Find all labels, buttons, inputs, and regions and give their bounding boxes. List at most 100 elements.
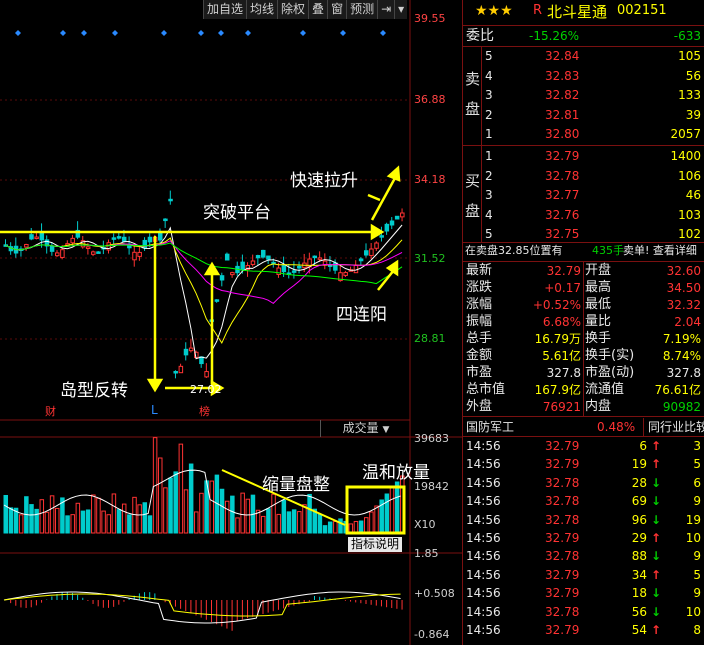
bid-volume: 106 — [678, 168, 701, 183]
volume-bar — [271, 493, 276, 534]
tick-volume: 54 — [631, 623, 647, 637]
quote-value: 32.60 — [666, 264, 701, 278]
volume-bar — [327, 521, 333, 534]
volume-bar — [317, 513, 323, 534]
exit-icon[interactable]: ⇥ — [377, 0, 394, 19]
quote-key: 总手 — [466, 331, 493, 346]
volume-bar — [389, 487, 395, 534]
ranking-marker[interactable]: 榜 — [199, 403, 210, 419]
volume-bar — [209, 480, 214, 534]
ask-volume: 133 — [678, 88, 701, 102]
dropdown-icon[interactable]: ▾ — [394, 0, 407, 19]
volume-bar — [281, 499, 287, 534]
l-marker[interactable]: L — [151, 403, 158, 417]
volume-bar — [338, 518, 343, 534]
tick-count: 9 — [693, 494, 701, 509]
weibi-pct: -15.26% — [529, 29, 580, 43]
volume-selector[interactable]: 成交量 ▼ — [320, 420, 411, 437]
tick-time: 14:56 — [466, 494, 501, 509]
volume-bar — [158, 457, 163, 534]
volume-bar — [353, 520, 359, 534]
tick-count: 10 — [685, 604, 701, 619]
candle — [55, 252, 60, 257]
quote-key: 量比 — [585, 314, 612, 329]
volume-bar — [85, 509, 91, 534]
volume-bar — [394, 481, 400, 534]
alert-link[interactable]: 卖单! 查看详细 — [623, 242, 697, 260]
quote-key: 最低 — [585, 297, 612, 312]
candle — [70, 237, 75, 244]
volume-bar — [369, 511, 374, 534]
bid-level: 5 — [485, 227, 493, 241]
finance-marker[interactable]: 财 — [45, 403, 56, 419]
tick-row: 14:56 32.79 29 10 ↑ — [463, 529, 704, 547]
volume-bar — [297, 511, 302, 534]
bid-price: 32.75 — [545, 227, 580, 241]
tick-price: 32.79 — [545, 567, 580, 582]
bid-volume: 1400 — [670, 149, 701, 163]
moving-average-line — [5, 237, 403, 344]
tick-volume: 56 — [631, 604, 647, 619]
tick-price: 32.79 — [545, 457, 580, 472]
tick-count: 9 — [693, 549, 701, 564]
bid-level: 1 — [485, 149, 493, 163]
quote-key: 涨跌 — [466, 280, 493, 295]
rating-stars: ★★★ — [475, 3, 513, 19]
quote-value: 16.79万 — [534, 332, 581, 346]
ex-rights-button[interactable]: 除权 — [277, 0, 308, 19]
industry-row: 国防军工 0.48% 同行业比较 — [463, 418, 704, 436]
candle — [142, 239, 148, 249]
ask-price: 32.83 — [545, 68, 580, 83]
quote-key: 最高 — [585, 280, 612, 295]
ma-button[interactable]: 均线 — [246, 0, 277, 19]
bid-level: 4 — [485, 207, 493, 222]
bid-level: 2 — [485, 168, 493, 183]
chart-panel[interactable]: 加自选 均线 除权 叠 窗 预测 ⇥ ▾ 39.55 36.88 34.18 3… — [0, 0, 462, 645]
candle — [281, 265, 287, 273]
volume-bar — [188, 463, 194, 534]
candle — [312, 255, 317, 259]
volume-bar — [70, 514, 75, 534]
price-label: 28.81 — [414, 332, 446, 345]
volume-bar — [65, 515, 70, 534]
volume-bar — [91, 494, 96, 534]
bid-level: 3 — [485, 188, 493, 202]
tick-time: 14:56 — [466, 623, 501, 637]
candle — [369, 248, 374, 257]
tick-count: 8 — [693, 623, 701, 637]
bid-row: 2 32.78 106 — [463, 167, 704, 185]
alert-volume: 435手 — [592, 244, 624, 257]
volume-bar — [121, 503, 127, 534]
macd-label: +0.508 — [414, 587, 455, 600]
weibi-row: 委比 -15.26% -633 — [463, 27, 704, 45]
arrow-up-icon: ↑ — [650, 623, 661, 637]
bid-volume: 102 — [678, 227, 701, 241]
add-watchlist-button[interactable]: 加自选 — [203, 0, 246, 19]
price-label: 34.18 — [414, 173, 446, 186]
volume-bar — [245, 498, 251, 534]
tick-count: 19 — [685, 512, 701, 527]
window-button[interactable]: 窗 — [327, 0, 346, 19]
volume-bar — [291, 509, 297, 534]
industry-compare-button[interactable]: 同行业比较 — [643, 418, 704, 436]
ask-level: 3 — [485, 88, 493, 102]
ask-level: 4 — [485, 68, 493, 83]
overlay-button[interactable]: 叠 — [308, 0, 327, 19]
candle — [240, 261, 245, 271]
volume-bar — [384, 493, 390, 534]
stock-code: 002151 — [617, 3, 667, 18]
indicator-help-button[interactable]: 指标说明 — [348, 537, 403, 552]
volume-bar — [276, 513, 281, 534]
candle — [250, 260, 256, 265]
volume-selector-label: 成交量 — [342, 421, 379, 435]
quote-value: 34.50 — [666, 281, 701, 295]
big-order-alert[interactable]: 在卖盘32.85位置有 435手 卖单! 查看详细 — [463, 242, 704, 260]
volume-bar — [374, 505, 379, 534]
tick-time: 14:56 — [466, 475, 501, 490]
volume-bar — [142, 502, 148, 534]
quote-value: 167.9亿 — [534, 383, 581, 397]
volume-label: 19842 — [414, 480, 449, 493]
tick-time: 14:56 — [466, 549, 501, 564]
forecast-button[interactable]: 预测 — [346, 0, 377, 19]
candle — [173, 371, 178, 374]
